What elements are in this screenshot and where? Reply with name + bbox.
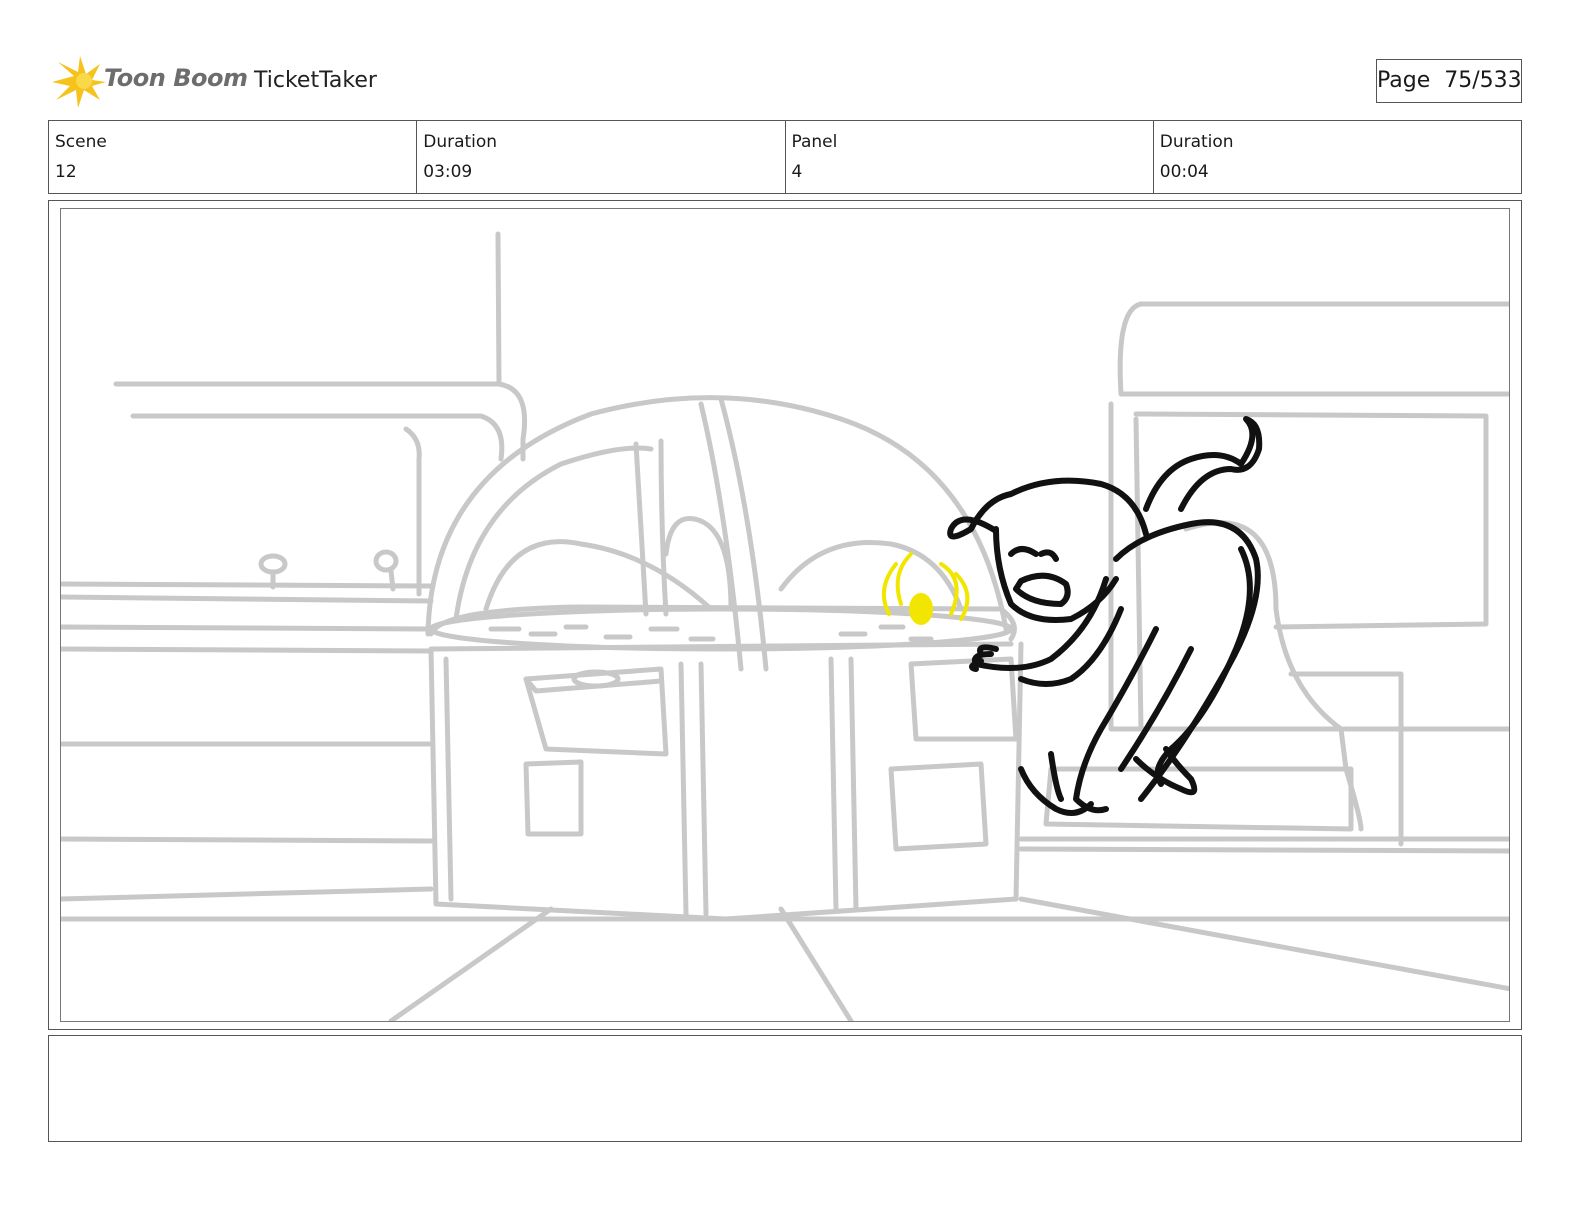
page-header: Toon Boom TicketTaker: [48, 52, 1538, 112]
panel-duration-cell: Duration 00:04: [1154, 121, 1521, 193]
panel-frame: [48, 200, 1522, 1030]
panel-duration-label: Duration: [1159, 132, 1234, 152]
page-label: Page: [1377, 68, 1431, 93]
scene-duration-cell: Duration 03:09: [417, 121, 786, 193]
starburst-icon: [52, 56, 106, 108]
page-indicator: Page 75/533: [1376, 59, 1522, 103]
panel-notes: [48, 1035, 1522, 1142]
panel-cell: Panel 4: [786, 121, 1154, 193]
panel-duration-value: 00:04: [1159, 162, 1209, 182]
scene-info-table: Scene 12 Duration 03:09 Panel 4 Duration…: [48, 120, 1522, 194]
scene-value: 12: [55, 162, 77, 182]
page-number: 75/533: [1444, 68, 1522, 93]
character-sketch: [947, 416, 1263, 816]
storyboard-sketch: [61, 231, 1509, 1021]
toon-boom-logo: Toon Boom: [48, 52, 248, 112]
scene-label: Scene: [55, 132, 107, 152]
panel-label: Panel: [791, 132, 838, 152]
scene-duration-label: Duration: [423, 132, 498, 152]
panel-value: 4: [791, 162, 803, 182]
logo-wordmark: Toon Boom: [104, 64, 248, 92]
scene-duration-value: 03:09: [423, 162, 473, 182]
storyboard-drawing: [60, 208, 1510, 1022]
scene-cell: Scene 12: [49, 121, 418, 193]
project-title: TicketTaker: [254, 68, 377, 93]
background-sketch: [61, 231, 1509, 1021]
